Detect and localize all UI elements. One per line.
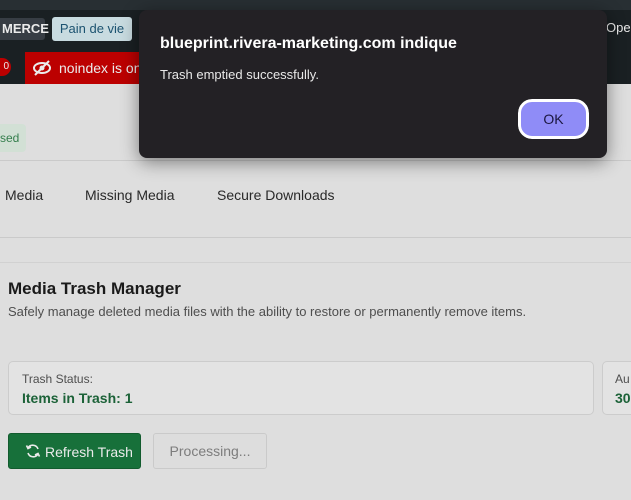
- ok-button[interactable]: OK: [517, 98, 590, 140]
- dialog-message: Trash emptied successfully.: [160, 67, 319, 82]
- alert-dialog: blueprint.rivera-marketing.com indique T…: [139, 10, 607, 158]
- dialog-title: blueprint.rivera-marketing.com indique: [160, 35, 457, 52]
